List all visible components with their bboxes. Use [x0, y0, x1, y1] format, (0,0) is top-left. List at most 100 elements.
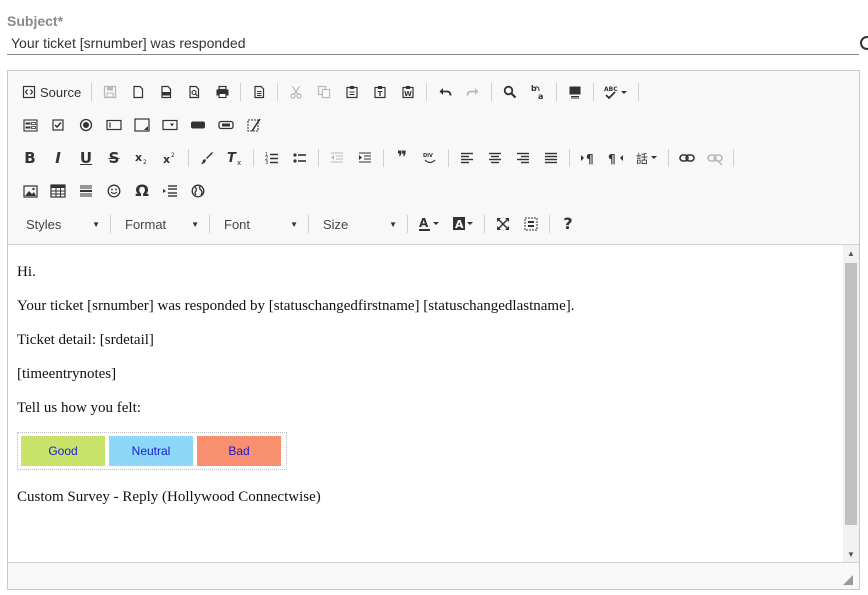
remove-format-button[interactable]: Tx: [223, 146, 247, 170]
background-color-button[interactable]: A: [448, 212, 478, 236]
hidden-field-button[interactable]: [242, 113, 266, 137]
checkbox-button[interactable]: [46, 113, 70, 137]
numbered-list-button[interactable]: 123: [260, 146, 284, 170]
align-left-button[interactable]: [455, 146, 479, 170]
size-dropdown[interactable]: Size ▼: [315, 212, 403, 236]
survey-bad-button[interactable]: Bad: [197, 436, 281, 466]
scroll-thumb[interactable]: [845, 263, 857, 525]
show-blocks-button[interactable]: [519, 212, 543, 236]
find-button[interactable]: [498, 80, 522, 104]
create-div-button[interactable]: DIV: [418, 146, 442, 170]
link-icon: [679, 154, 695, 162]
outdent-icon: [331, 152, 343, 163]
save-button[interactable]: [98, 80, 122, 104]
select-all-button[interactable]: [563, 80, 587, 104]
link-button[interactable]: [675, 146, 699, 170]
blockquote-button[interactable]: ❞: [390, 146, 414, 170]
styles-dropdown[interactable]: Styles ▼: [18, 212, 106, 236]
scroll-up-icon[interactable]: ▲: [843, 245, 859, 261]
unlink-icon: [707, 154, 723, 165]
iframe-button[interactable]: [186, 179, 210, 203]
ltr-direction-button[interactable]: ¶: [576, 146, 600, 170]
subscript-icon: x2: [135, 151, 147, 165]
content-line-response: Your ticket [srnumber] was responded by …: [17, 298, 575, 314]
image-button[interactable]: [18, 179, 42, 203]
export-pdf-button[interactable]: [154, 80, 178, 104]
maximize-icon: [497, 218, 509, 230]
align-center-button[interactable]: [483, 146, 507, 170]
unlink-button[interactable]: [703, 146, 727, 170]
form-button[interactable]: [18, 113, 42, 137]
scroll-down-icon[interactable]: ▼: [843, 546, 859, 562]
italic-button[interactable]: I: [46, 146, 70, 170]
paste-word-icon: W: [402, 86, 414, 99]
text-color-button[interactable]: A: [414, 212, 444, 236]
toolbar-separator: [407, 215, 408, 233]
toolbar-separator: [668, 149, 669, 167]
undo-button[interactable]: [433, 80, 457, 104]
bulleted-list-button[interactable]: [288, 146, 312, 170]
print-button[interactable]: [210, 80, 234, 104]
subscript-button[interactable]: x2: [130, 146, 154, 170]
templates-icon: [254, 85, 265, 99]
align-right-button[interactable]: [511, 146, 535, 170]
indent-button[interactable]: [353, 146, 377, 170]
font-dropdown[interactable]: Font ▼: [216, 212, 304, 236]
templates-button[interactable]: [247, 80, 271, 104]
content-line-notes: [timeentrynotes]: [17, 366, 117, 382]
smiley-icon: [107, 184, 121, 198]
resize-grip-icon[interactable]: [843, 575, 853, 585]
radio-button[interactable]: [74, 113, 98, 137]
rtl-direction-button[interactable]: ¶: [604, 146, 628, 170]
editor-content[interactable]: Hi. Your ticket [srnumber] was responded…: [8, 245, 843, 562]
copy-button[interactable]: [312, 80, 336, 104]
preview-icon: [189, 85, 200, 99]
replace-button[interactable]: ba: [526, 80, 550, 104]
paste-text-button[interactable]: T: [368, 80, 392, 104]
paste-icon: [346, 86, 358, 99]
content-scrollbar[interactable]: ▲ ▼: [843, 245, 859, 562]
bold-button[interactable]: B: [18, 146, 42, 170]
underline-button[interactable]: U: [74, 146, 98, 170]
button-field-button[interactable]: [186, 113, 210, 137]
select-field-button[interactable]: [158, 113, 182, 137]
subject-input[interactable]: [7, 31, 859, 55]
preview-button[interactable]: [182, 80, 206, 104]
smiley-button[interactable]: [102, 179, 126, 203]
about-button[interactable]: ?: [556, 212, 580, 236]
paste-word-button[interactable]: W: [396, 80, 420, 104]
div-container-icon: DIV: [423, 153, 436, 164]
cut-button[interactable]: [284, 80, 308, 104]
save-icon: [104, 85, 117, 99]
special-char-button[interactable]: Ω: [130, 179, 154, 203]
redo-button[interactable]: [461, 80, 485, 104]
language-button[interactable]: 話: [632, 146, 662, 170]
toolbar-separator: [733, 149, 734, 167]
table-button[interactable]: [46, 179, 70, 203]
indent-icon: [359, 152, 371, 163]
maximize-button[interactable]: [491, 212, 515, 236]
toolbar-separator: [569, 149, 570, 167]
new-page-button[interactable]: [126, 80, 150, 104]
superscript-button[interactable]: x2: [158, 146, 182, 170]
subject-clear-icon[interactable]: [860, 36, 868, 50]
textarea-button[interactable]: [130, 113, 154, 137]
paste-button[interactable]: [340, 80, 364, 104]
strikethrough-button[interactable]: S: [102, 146, 126, 170]
content-line-feedback-prompt: Tell us how you felt:: [17, 400, 141, 416]
text-field-button[interactable]: [102, 113, 126, 137]
horizontal-line-button[interactable]: [74, 179, 98, 203]
survey-neutral-button[interactable]: Neutral: [109, 436, 193, 466]
survey-good-button[interactable]: Good: [21, 436, 105, 466]
source-button[interactable]: Source: [18, 80, 85, 104]
image-button-field-button[interactable]: [214, 113, 238, 137]
copy-formatting-button[interactable]: [195, 146, 219, 170]
outdent-button[interactable]: [325, 146, 349, 170]
format-dropdown[interactable]: Format ▼: [117, 212, 205, 236]
page-break-button[interactable]: [158, 179, 182, 203]
svg-text:¶: ¶: [608, 152, 616, 165]
content-line-detail: Ticket detail: [srdetail]: [17, 332, 154, 348]
spellcheck-button[interactable]: ABC: [600, 80, 632, 104]
justify-button[interactable]: [539, 146, 563, 170]
superscript-icon: x2: [163, 152, 175, 165]
